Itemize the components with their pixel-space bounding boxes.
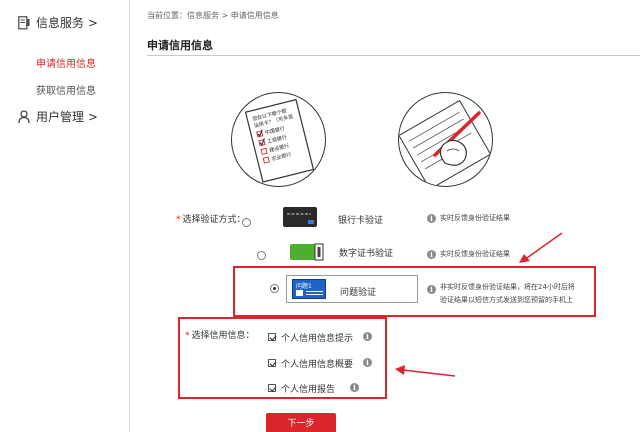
sidebar-item-apply-credit[interactable]: 申请信用信息: [36, 55, 96, 70]
main-content: 当前位置：信息服务 > 申请信用信息 申请信用信息 您在以下哪个银 信用卡？（可…: [131, 0, 640, 432]
writing-hand-illustration: [398, 92, 493, 187]
question-icon-check: [296, 290, 303, 296]
radio-question-verify[interactable]: [270, 284, 279, 293]
page-title: 申请信用信息: [147, 39, 213, 52]
digital-cert-note: 实时反馈身份验证结果: [440, 250, 510, 258]
radio-bank-card[interactable]: [242, 218, 251, 227]
credit-summary-label: 个人信用信息概要: [281, 360, 354, 370]
question-verify-note-line2: 验证结果以短信方式发送到您预留的手机上: [440, 296, 573, 304]
annotation-arrow-icon: [519, 232, 563, 263]
question-verify-option-label: 问题验证: [340, 288, 377, 298]
info-icon: i: [427, 250, 436, 259]
sidebar: 信息服务 > 申请信用信息 获取信用信息 用户管理 >: [0, 0, 130, 432]
checkbox-credit-tip[interactable]: [268, 333, 276, 341]
credit-report-label: 个人信用报告: [281, 385, 336, 395]
nav-group-label: 信息服务 >: [36, 16, 98, 30]
checklist-card-graphic: 您在以下哪个银 信用卡？（可多选 中国银行 工商银行 建设银行 农业银行: [244, 98, 315, 183]
bank-card-option-label[interactable]: 银行卡验证: [338, 213, 383, 226]
bank-card-icon: [281, 205, 319, 229]
writing-hand-graphic: [399, 99, 492, 186]
breadcrumb: 当前位置：信息服务 > 申请信用信息: [147, 11, 279, 20]
annotation-arrow-icon: [395, 365, 456, 377]
info-icon: i: [427, 214, 436, 223]
required-asterisk: *: [185, 331, 190, 341]
document-icon: [18, 15, 30, 29]
sidebar-item-get-credit[interactable]: 获取信用信息: [36, 82, 96, 97]
question-verify-option-row[interactable]: 问题1 问题验证: [286, 275, 418, 303]
user-icon: [18, 109, 30, 123]
nav-group-label: 用户管理 >: [36, 110, 98, 124]
info-icon: i: [350, 383, 359, 392]
digital-cert-option-row[interactable]: 数字证书验证: [281, 239, 425, 264]
info-icon: i: [363, 358, 372, 367]
nav-group-info-service[interactable]: 信息服务 >: [18, 14, 98, 31]
checkbox-credit-report[interactable]: [268, 384, 276, 392]
radio-digital-cert[interactable]: [257, 251, 266, 260]
digital-cert-option-label: 数字证书验证: [339, 249, 394, 259]
title-divider: [147, 55, 640, 56]
credit-tip-label: 个人信用信息提示: [281, 334, 354, 344]
credit-info-label: * 选择信用信息：: [185, 331, 255, 341]
info-icon: i: [363, 332, 372, 341]
required-asterisk: *: [176, 215, 181, 225]
info-icon: i: [427, 285, 436, 294]
question-verify-note-line1: 非实时反馈身份验证结果，将在24小时后将: [440, 283, 575, 291]
next-button[interactable]: 下一步: [266, 413, 336, 432]
verify-method-label: * 选择验证方式：: [176, 215, 246, 225]
question-icon-text: 问题1: [296, 283, 312, 290]
nav-group-user-management[interactable]: 用户管理 >: [18, 108, 98, 125]
digital-certificate-icon: [290, 243, 324, 261]
bank-card-note: 实时反馈身份验证结果: [440, 214, 510, 222]
checklist-illustration: 您在以下哪个银 信用卡？（可多选 中国银行 工商银行 建设银行 农业银行: [231, 92, 326, 187]
checkbox-credit-summary[interactable]: [268, 359, 276, 367]
question-icon: 问题1: [292, 279, 326, 299]
